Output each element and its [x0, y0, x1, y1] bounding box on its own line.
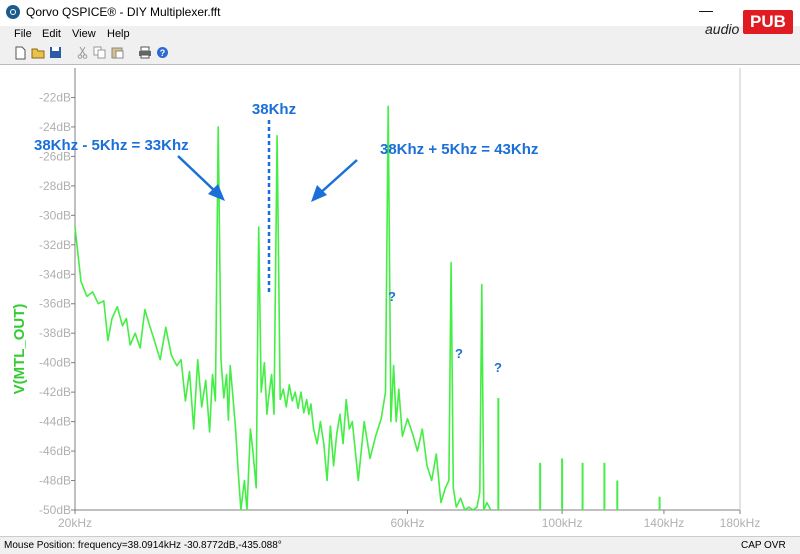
y-tick-label: -42dB	[39, 385, 71, 399]
qspice-app-icon	[6, 5, 20, 19]
open-folder-icon[interactable]	[30, 46, 45, 61]
help-icon[interactable]: ?	[155, 46, 170, 61]
menu-edit[interactable]: Edit	[42, 28, 61, 40]
paste-icon[interactable]	[110, 46, 125, 61]
y-tick-label: -34dB	[39, 267, 71, 281]
y-tick-label: -28dB	[39, 179, 71, 193]
caps-lock-indicator: CAP	[741, 540, 762, 551]
x-tick-label: 180kHz	[720, 516, 761, 530]
y-tick-label: -46dB	[39, 444, 71, 458]
y-axis-label: V(MTL_OUT)	[11, 304, 28, 395]
question-mark-1: ?	[388, 289, 396, 304]
y-tick-label: -32dB	[39, 238, 71, 252]
overwrite-indicator: OVR	[764, 540, 786, 551]
print-icon[interactable]	[137, 46, 152, 61]
lower-sideband-arrow	[177, 155, 219, 195]
upper-sideband-label: 38Khz + 5Khz = 43Khz	[380, 141, 538, 158]
menu-bar: File Edit View Help	[0, 26, 700, 44]
spectrum-trace	[74, 105, 492, 511]
status-bar: Mouse Position: frequency=38.0914kHz -30…	[0, 536, 800, 554]
minimize-button[interactable]: —	[698, 3, 714, 19]
y-tick-label: -22dB	[39, 90, 71, 104]
copy-icon[interactable]	[92, 46, 107, 61]
lower-sideband-label: 38Khz - 5Khz = 33Khz	[34, 137, 189, 154]
cut-icon[interactable]	[75, 46, 90, 61]
menu-help[interactable]: Help	[107, 28, 130, 40]
x-tick-label: 60kHz	[390, 516, 424, 530]
y-tick-label: -38dB	[39, 326, 71, 340]
x-tick-label: 20kHz	[58, 516, 92, 530]
y-tick-label: -24dB	[39, 120, 71, 134]
x-tick-label: 140kHz	[644, 516, 685, 530]
y-tick-label: -30dB	[39, 208, 71, 222]
x-tick-label: 100kHz	[542, 516, 583, 530]
logo-badge: PUB	[743, 10, 793, 34]
svg-text:?: ?	[160, 48, 166, 58]
title-bar: Qorvo QSPICE® - DIY Multiplexer.fft —	[0, 0, 800, 26]
y-tick-label: -50dB	[39, 503, 71, 517]
y-tick-label: -48dB	[39, 474, 71, 488]
y-tick-label: -40dB	[39, 356, 71, 370]
new-file-icon[interactable]	[13, 46, 28, 61]
carrier-label: 38Khz	[252, 101, 296, 118]
window-title: Qorvo QSPICE® - DIY Multiplexer.fft	[26, 5, 221, 19]
question-mark-2: ?	[455, 346, 463, 361]
y-tick-label: -44dB	[39, 415, 71, 429]
fft-chart[interactable]: V(MTL_OUT) -22dB-24dB-26dB-28dB-30dB-32d…	[0, 64, 800, 536]
menu-view[interactable]: View	[72, 28, 96, 40]
question-mark-3: ?	[494, 360, 502, 375]
save-icon[interactable]	[48, 46, 63, 61]
mouse-position-readout: Mouse Position: frequency=38.0914kHz -30…	[4, 540, 282, 551]
menu-file[interactable]: File	[14, 28, 32, 40]
upper-sideband-arrow	[317, 159, 358, 196]
logo-word: audio	[705, 21, 740, 37]
toolbar: ?	[0, 44, 800, 64]
y-tick-label: -36dB	[39, 297, 71, 311]
